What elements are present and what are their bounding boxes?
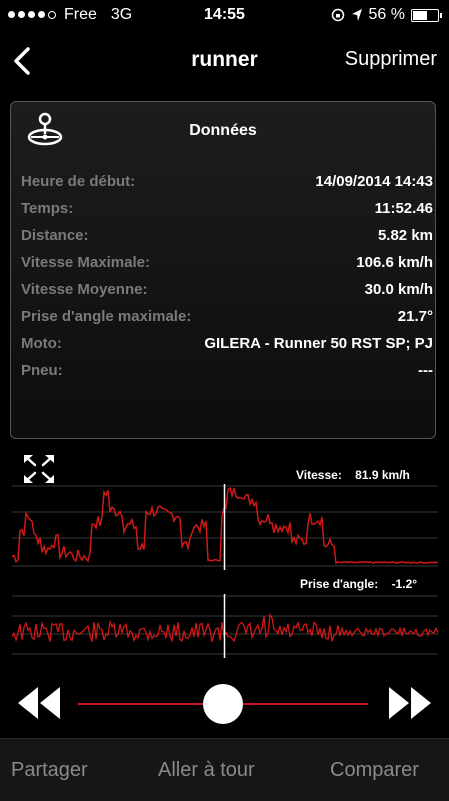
speed-value: 81.9 km/h: [355, 468, 410, 482]
row-label: Vitesse Moyenne:: [21, 281, 148, 298]
row-label: Moto:: [21, 335, 62, 352]
row-distance: Distance: 5.82 km: [21, 226, 433, 253]
delete-button[interactable]: Supprimer: [345, 48, 437, 71]
lean-label: Prise d'angle:: [300, 577, 379, 591]
row-label: Distance:: [21, 227, 89, 244]
lean-graph[interactable]: [12, 594, 438, 658]
row-avg-speed: Vitesse Moyenne: 30.0 km/h: [21, 280, 433, 307]
rotation-lock-icon: [331, 8, 344, 22]
playback-slider-knob[interactable]: [203, 684, 243, 724]
battery-percent: 56 %: [368, 6, 405, 23]
row-label: Heure de début:: [21, 173, 136, 190]
location-arrow-icon: [351, 9, 362, 21]
row-max-lean: Prise d'angle maximale: 21.7°: [21, 307, 433, 334]
battery-icon: [411, 8, 442, 22]
fast-forward-icon[interactable]: [387, 685, 433, 721]
row-label: Temps:: [21, 200, 74, 217]
row-value: 21.7°: [397, 308, 433, 325]
data-panel: Données Heure de début: 14/09/2014 14:43 …: [10, 101, 436, 439]
row-value: 30.0 km/h: [364, 281, 433, 298]
row-value: 5.82 km: [377, 227, 433, 244]
speed-readout: Vitesse: 81.9 km/h: [296, 468, 410, 482]
expand-icon[interactable]: [22, 453, 56, 485]
share-button[interactable]: Partager: [11, 759, 88, 782]
row-value: 106.6 km/h: [356, 254, 433, 271]
speed-label: Vitesse:: [296, 468, 342, 482]
row-value: ---: [418, 362, 433, 379]
compare-button[interactable]: Comparer: [330, 759, 419, 782]
status-bar: Free 3G 14:55 56 %: [0, 0, 449, 30]
row-label: Pneu:: [21, 362, 63, 379]
row-value: 14/09/2014 14:43: [315, 173, 433, 190]
row-label: Prise d'angle maximale:: [21, 308, 192, 325]
row-value: GILERA - Runner 50 RST SP; PJ: [204, 335, 433, 352]
rewind-icon[interactable]: [16, 685, 62, 721]
row-value: 11:52.46: [374, 200, 433, 217]
row-tire: Pneu: ---: [21, 361, 433, 388]
speed-graph[interactable]: [12, 484, 438, 570]
panel-title: Données: [189, 122, 257, 139]
bottom-toolbar: Partager Aller à tour Comparer: [0, 738, 449, 801]
status-right: 56 %: [331, 6, 442, 24]
row-max-speed: Vitesse Maximale: 106.6 km/h: [21, 253, 433, 280]
lean-readout: Prise d'angle: -1.2°: [300, 577, 417, 591]
data-rows: Heure de début: 14/09/2014 14:43 Temps: 11…: [21, 172, 433, 388]
go-to-lap-button[interactable]: Aller à tour: [158, 759, 255, 782]
navigation-bar: runner Supprimer: [0, 30, 449, 90]
lean-value: -1.2°: [391, 577, 418, 591]
row-start-time: Heure de début: 14/09/2014 14:43: [21, 172, 433, 199]
row-duration: Temps: 11:52.46: [21, 199, 433, 226]
row-label: Vitesse Maximale:: [21, 254, 150, 271]
row-bike: Moto: GILERA - Runner 50 RST SP; PJ: [21, 334, 433, 361]
